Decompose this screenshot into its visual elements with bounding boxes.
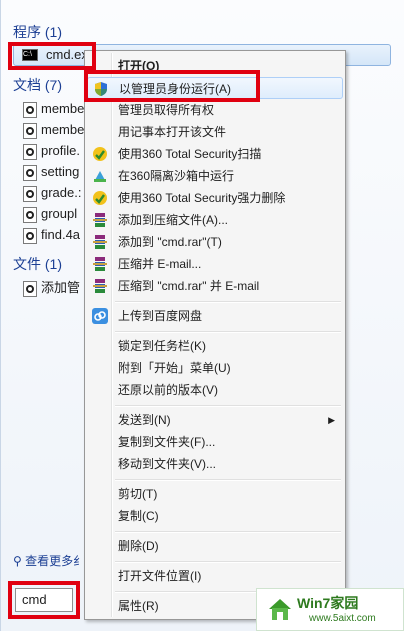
security-360-icon [93, 191, 107, 205]
document-icon [23, 227, 37, 244]
menu-item-open-location[interactable]: 打开文件位置(I) [87, 565, 343, 587]
watermark-title: Win7家园 [297, 595, 359, 611]
menu-item-upload-baidu[interactable]: 上传到百度网盘 [87, 305, 343, 327]
menu-item-run-as-admin[interactable]: 以管理员身份运行(A) [87, 77, 343, 99]
file-icon [23, 280, 37, 297]
document-item[interactable]: find.4a [23, 225, 80, 245]
menu-separator [115, 331, 341, 333]
security-360-icon [93, 147, 107, 161]
menu-item-pin-start[interactable]: 附到「开始」菜单(U) [87, 357, 343, 379]
watermark-url: www.5aixt.com [309, 613, 376, 624]
context-menu: 打开(O) 以管理员身份运行(A) 管理员取得所有权 用记事本打开该文件 使用3… [84, 50, 346, 620]
document-icon [23, 143, 37, 160]
cmd-program-label: cmd.ex [46, 47, 88, 62]
document-icon [23, 164, 37, 181]
menu-item-delete-360[interactable]: 使用360 Total Security强力删除 [87, 187, 343, 209]
menu-item-move-to-folder[interactable]: 移动到文件夹(V)... [87, 453, 343, 475]
search-icon: ⚲ [13, 554, 22, 568]
menu-separator [115, 301, 341, 303]
winrar-icon [93, 213, 107, 227]
watermark-logo: Win7家园 www.5aixt.com [256, 588, 404, 631]
baidu-cloud-icon [92, 308, 108, 324]
house-logo-icon [269, 599, 291, 620]
menu-item-sandbox-360[interactable]: 在360隔离沙箱中运行 [87, 165, 343, 187]
uac-shield-icon [95, 82, 107, 96]
document-item[interactable]: setting [23, 162, 79, 182]
document-icon [23, 185, 37, 202]
menu-item-copy-to-folder[interactable]: 复制到文件夹(F)... [87, 431, 343, 453]
menu-item-cut[interactable]: 剪切(T) [87, 483, 343, 505]
menu-item-delete[interactable]: 删除(D) [87, 535, 343, 557]
menu-item-take-ownership[interactable]: 管理员取得所有权 [87, 99, 343, 121]
documents-section-title: 文档 (7) [13, 77, 62, 93]
menu-item-restore-previous[interactable]: 还原以前的版本(V) [87, 379, 343, 401]
programs-section-title: 程序 (1) [13, 24, 62, 40]
menu-item-add-to-archive[interactable]: 添加到压缩文件(A)... [87, 209, 343, 231]
file-item[interactable]: 添加管 [23, 278, 80, 298]
menu-item-open-with-notepad[interactable]: 用记事本打开该文件 [87, 121, 343, 143]
menu-separator [115, 405, 341, 407]
document-item[interactable]: membe [23, 99, 84, 119]
menu-item-open[interactable]: 打开(O) [87, 55, 343, 77]
menu-separator [115, 531, 341, 533]
document-icon [23, 122, 37, 139]
document-icon [23, 206, 37, 223]
document-item[interactable]: membe [23, 120, 84, 140]
winrar-icon [93, 257, 107, 271]
menu-item-scan-360[interactable]: 使用360 Total Security扫描 [87, 143, 343, 165]
winrar-icon [93, 279, 107, 293]
menu-separator [115, 561, 341, 563]
menu-item-send-to[interactable]: 发送到(N) ▶ [87, 409, 343, 431]
document-icon [23, 101, 37, 118]
sandbox-icon [94, 171, 106, 182]
menu-item-compress-to-rar-email[interactable]: 压缩到 "cmd.rar" 并 E-mail [87, 275, 343, 297]
winrar-icon [93, 235, 107, 249]
menu-item-add-to-cmd-rar[interactable]: 添加到 "cmd.rar"(T) [87, 231, 343, 253]
see-more-results-link[interactable]: ⚲ 查看更多纟 [13, 552, 85, 569]
cmd-icon: C:\ [22, 49, 38, 61]
submenu-arrow-icon: ▶ [328, 415, 335, 425]
menu-item-pin-taskbar[interactable]: 锁定到任务栏(K) [87, 335, 343, 357]
menu-item-compress-email[interactable]: 压缩并 E-mail... [87, 253, 343, 275]
menu-separator [115, 479, 341, 481]
document-item[interactable]: groupl [23, 204, 77, 224]
document-item[interactable]: profile. [23, 141, 80, 161]
files-section-title: 文件 (1) [13, 256, 62, 272]
search-input[interactable]: cmd [15, 588, 73, 612]
menu-item-copy[interactable]: 复制(C) [87, 505, 343, 527]
document-item[interactable]: grade.: [23, 183, 81, 203]
